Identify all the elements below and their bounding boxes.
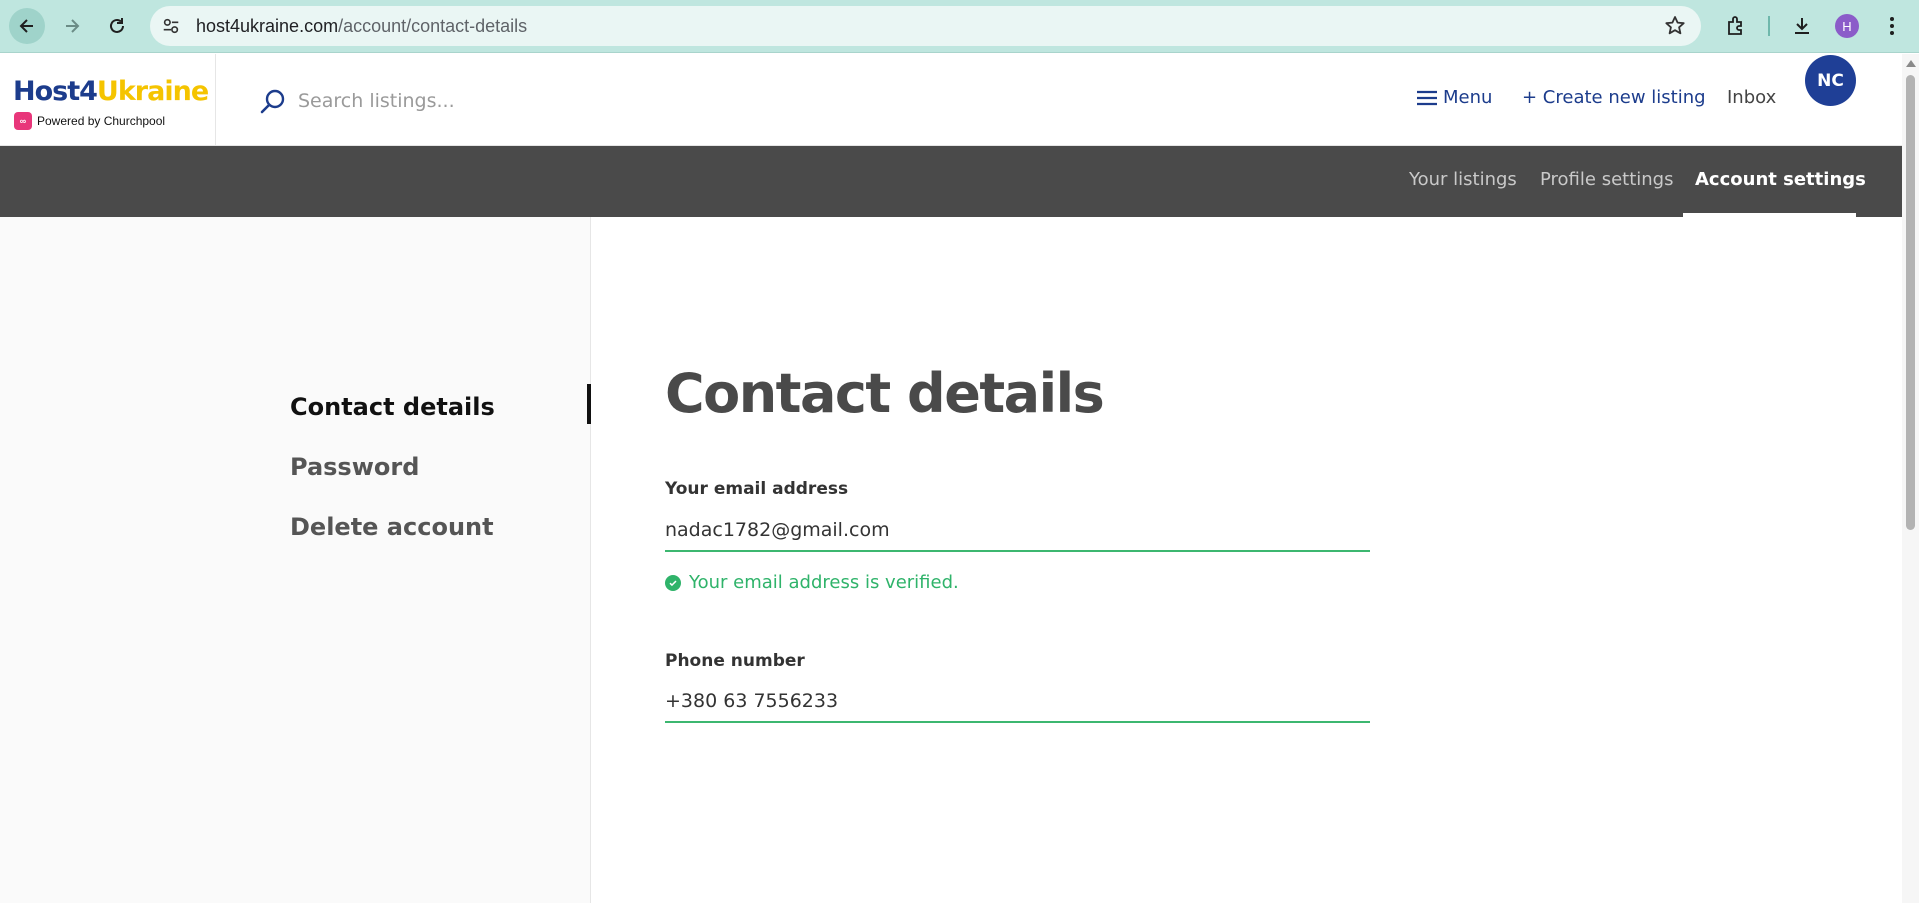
reload-button[interactable]: [99, 8, 135, 44]
arrow-right-icon: [66, 19, 80, 33]
churchpool-icon: ∞: [14, 112, 32, 130]
menu-button[interactable]: Menu: [1415, 87, 1492, 108]
url-domain: host4ukraine.com: [196, 16, 339, 36]
search-icon: [260, 89, 285, 114]
email-field[interactable]: [665, 510, 1370, 552]
phone-field[interactable]: [665, 681, 1370, 723]
more-options-icon[interactable]: [1877, 11, 1907, 41]
site-settings-icon[interactable]: [160, 15, 182, 37]
site-header: Host4Ukraine ∞ Powered by Churchpool Men…: [0, 54, 1902, 146]
active-sidebar-indicator: [587, 384, 591, 424]
logo[interactable]: Host4Ukraine ∞ Powered by Churchpool: [0, 54, 216, 146]
email-verified-message: Your email address is verified.: [665, 572, 959, 593]
menu-label: Menu: [1443, 87, 1493, 108]
url-text: host4ukraine.com/account/contact-details: [196, 16, 527, 37]
user-avatar[interactable]: NC: [1805, 55, 1856, 106]
back-button[interactable]: [9, 8, 45, 44]
scroll-up-arrow[interactable]: [1906, 60, 1916, 67]
logo-subtitle-text: Powered by Churchpool: [37, 114, 166, 128]
hamburger-icon: [1417, 90, 1437, 105]
settings-sidebar: Contact details Password Delete account: [0, 217, 591, 903]
email-label: Your email address: [665, 479, 849, 499]
sidebar-item-password[interactable]: Password: [290, 453, 419, 481]
download-icon[interactable]: [1787, 11, 1817, 41]
verified-text: Your email address is verified.: [689, 572, 959, 593]
page-title: Contact details: [665, 362, 1105, 425]
sidebar-item-contact-details[interactable]: Contact details: [290, 393, 495, 421]
bookmark-star-icon[interactable]: [1663, 14, 1687, 38]
phone-label: Phone number: [665, 651, 805, 671]
forward-button[interactable]: [54, 8, 90, 44]
extensions-icon[interactable]: [1721, 11, 1751, 41]
logo-host-text: Host4: [13, 76, 98, 107]
logo-wordmark: Host4Ukraine: [13, 76, 209, 107]
sidebar-item-delete-account[interactable]: Delete account: [290, 513, 494, 541]
search-input[interactable]: [298, 84, 858, 118]
tab-your-listings[interactable]: Your listings: [1409, 169, 1517, 190]
browser-profile-avatar[interactable]: H: [1835, 14, 1859, 38]
create-listing-link[interactable]: + Create new listing: [1522, 87, 1706, 108]
account-subnav: Your listings Profile settings Account s…: [0, 146, 1902, 217]
check-circle-icon: [665, 574, 681, 591]
scrollbar-thumb[interactable]: [1906, 75, 1915, 530]
url-path: /account/contact-details: [338, 16, 528, 36]
active-tab-indicator: [1683, 213, 1856, 217]
tab-profile-settings[interactable]: Profile settings: [1540, 169, 1673, 190]
address-bar[interactable]: host4ukraine.com/account/contact-details: [150, 6, 1701, 46]
inbox-link[interactable]: Inbox: [1727, 87, 1776, 108]
toolbar-divider: [1768, 16, 1770, 36]
logo-ukraine-text: Ukraine: [96, 76, 209, 107]
reload-icon: [110, 18, 124, 33]
tab-account-settings[interactable]: Account settings: [1695, 169, 1866, 190]
arrow-left-icon: [19, 19, 33, 33]
logo-subtitle: ∞ Powered by Churchpool: [14, 112, 165, 130]
browser-toolbar: host4ukraine.com/account/contact-details…: [0, 0, 1919, 53]
